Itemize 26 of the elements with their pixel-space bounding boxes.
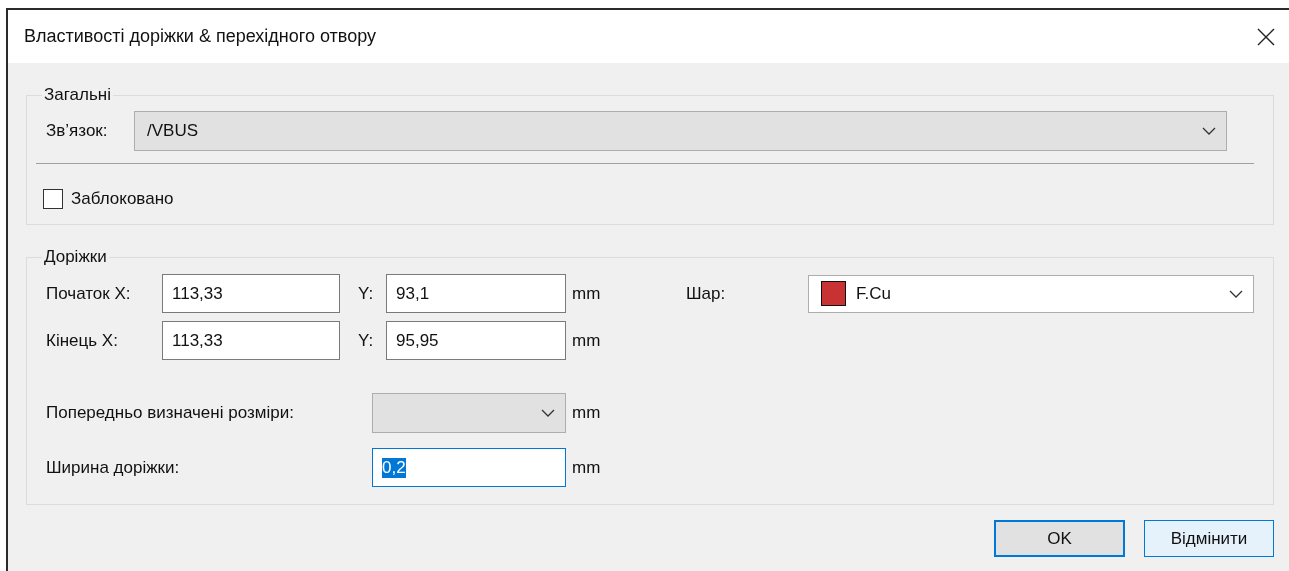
unit-label: mm xyxy=(572,283,602,304)
field-label: Шар: xyxy=(686,283,727,304)
cancel-button[interactable]: Відмінити xyxy=(1144,520,1274,557)
group-label: Загальні xyxy=(43,85,112,105)
field-label: Y: xyxy=(358,283,375,304)
field-label: Попередньо визначені розміри: xyxy=(46,403,295,423)
field-label: Ширина доріжки: xyxy=(46,457,181,478)
x-input[interactable]: 113,33 xyxy=(162,274,340,313)
dropdown-value: F.Cu xyxy=(856,283,891,304)
unit-label: mm xyxy=(572,457,602,478)
field-label: Початок X: xyxy=(46,283,132,304)
unit-label: mm xyxy=(572,330,602,351)
close-icon[interactable] xyxy=(1257,27,1275,46)
window-title: Властивості доріжки & перехідного отвору xyxy=(24,26,376,47)
field-label: Кінець X: xyxy=(46,330,119,351)
field-label: Y: xyxy=(358,330,375,351)
y-input[interactable]: 95,95 xyxy=(386,321,566,360)
x-input[interactable]: 113,33 xyxy=(162,321,340,360)
layer-dropdown[interactable]: F.Cu xyxy=(808,274,1254,313)
unit-label: mm xyxy=(572,403,602,423)
ok-button[interactable]: OK xyxy=(994,520,1125,557)
locked-checkbox[interactable]: Заблоковано xyxy=(43,189,1264,209)
width-input[interactable]: 0,2 xyxy=(372,448,566,487)
y-input[interactable]: 93,1 xyxy=(386,274,566,313)
group-label: Доріжки xyxy=(43,247,108,267)
field-label: Зв’язок: xyxy=(46,121,109,141)
